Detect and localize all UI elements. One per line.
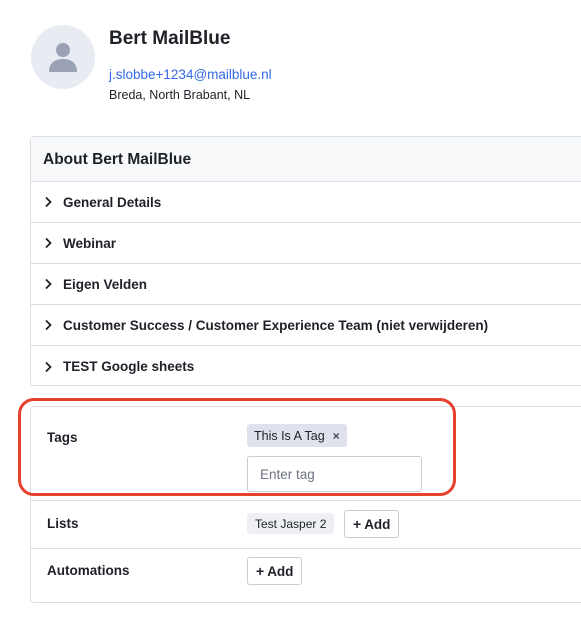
add-automation-button[interactable]: + Add bbox=[247, 557, 303, 585]
add-automation-label: Add bbox=[267, 563, 294, 579]
chevron-right-icon bbox=[45, 196, 52, 208]
chevron-right-icon bbox=[45, 278, 52, 290]
add-list-button[interactable]: + Add bbox=[344, 510, 400, 538]
chevron-right-icon bbox=[45, 237, 52, 249]
contact-name: Bert MailBlue bbox=[109, 28, 231, 49]
chevron-right-icon bbox=[45, 319, 52, 331]
list-chip: Test Jasper 2 bbox=[247, 513, 335, 534]
section-webinar[interactable]: Webinar bbox=[31, 223, 581, 264]
tag-input[interactable] bbox=[247, 456, 422, 492]
close-icon[interactable]: × bbox=[333, 429, 340, 443]
list-label: Test Jasper 2 bbox=[255, 516, 327, 531]
person-icon bbox=[49, 43, 77, 72]
section-label: Customer Success / Customer Experience T… bbox=[63, 317, 489, 333]
tag-label: This Is A Tag bbox=[254, 428, 325, 443]
section-label: General Details bbox=[63, 194, 162, 210]
section-label: Webinar bbox=[63, 235, 117, 251]
section-label: TEST Google sheets bbox=[63, 359, 195, 374]
lists-label: Lists bbox=[47, 516, 79, 531]
contact-email-link[interactable]: j.slobbe+1234@mailblue.nl bbox=[109, 67, 272, 82]
plus-icon: + bbox=[353, 516, 362, 532]
row-divider bbox=[31, 548, 581, 549]
avatar bbox=[31, 25, 95, 89]
section-label: Eigen Velden bbox=[63, 276, 148, 292]
tag-chip: This Is A Tag × bbox=[247, 424, 347, 447]
plus-icon: + bbox=[256, 563, 265, 579]
section-general-details[interactable]: General Details bbox=[31, 182, 581, 223]
contact-location: Breda, North Brabant, NL bbox=[109, 88, 251, 102]
about-panel: About Bert MailBlue General Details Webi… bbox=[30, 136, 581, 386]
about-title: About Bert MailBlue bbox=[31, 137, 581, 182]
row-divider bbox=[31, 500, 581, 501]
tags-label: Tags bbox=[47, 430, 78, 445]
add-list-label: Add bbox=[364, 516, 391, 532]
section-eigen-velden[interactable]: Eigen Velden bbox=[31, 264, 581, 305]
chevron-right-icon bbox=[45, 361, 52, 372]
section-customer-success[interactable]: Customer Success / Customer Experience T… bbox=[31, 305, 581, 346]
section-test-google-sheets[interactable]: TEST Google sheets bbox=[31, 346, 581, 385]
automations-label: Automations bbox=[47, 563, 130, 578]
